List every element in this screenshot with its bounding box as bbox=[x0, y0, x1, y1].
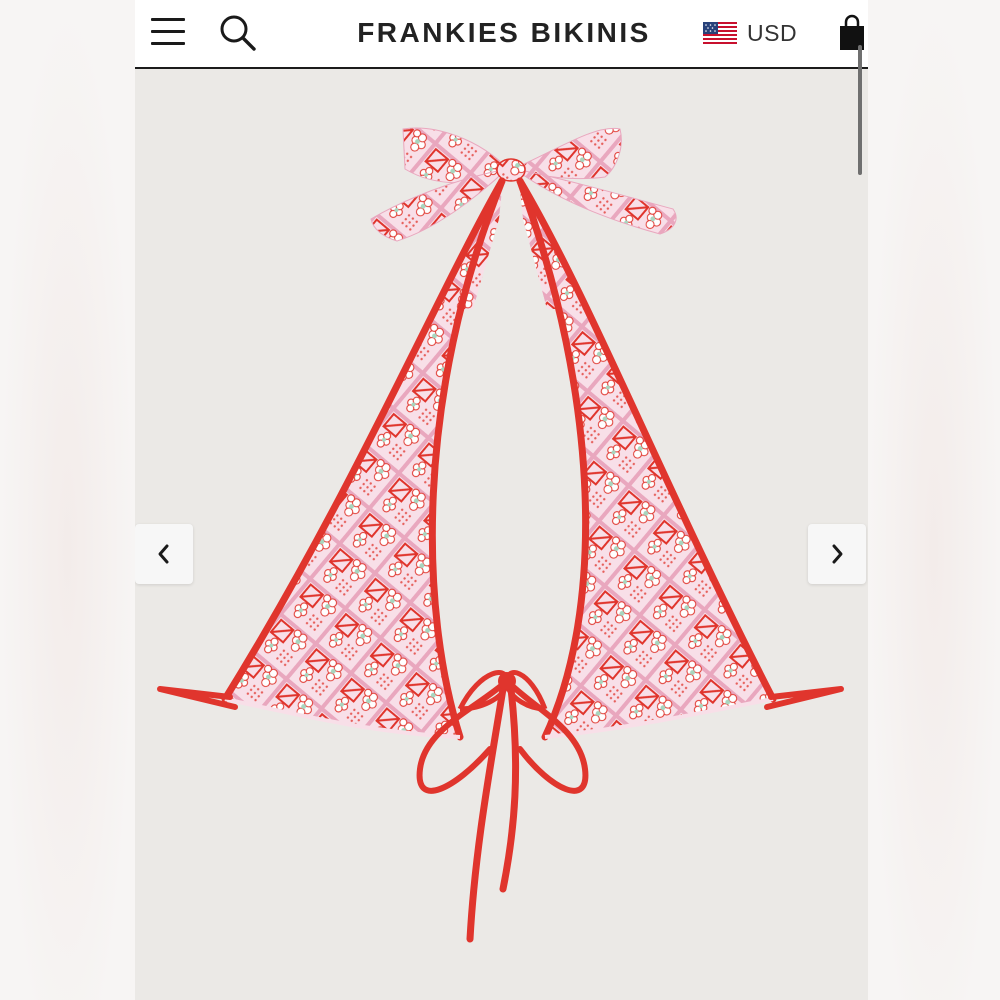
previous-image-button[interactable] bbox=[135, 524, 193, 584]
currency-selector[interactable]: USD bbox=[703, 18, 797, 48]
background-left bbox=[0, 0, 135, 1000]
search-icon[interactable] bbox=[219, 14, 257, 52]
mobile-screen: FRANKIES BIKINIS USD bbox=[135, 0, 868, 1000]
brand-logo[interactable]: FRANKIES BIKINIS bbox=[340, 16, 668, 50]
background-right bbox=[868, 0, 1000, 1000]
hamburger-menu-icon[interactable] bbox=[151, 18, 185, 46]
site-header: FRANKIES BIKINIS USD bbox=[135, 0, 868, 69]
shopping-bag-icon[interactable] bbox=[837, 14, 867, 52]
next-image-button[interactable] bbox=[808, 524, 866, 584]
currency-label: USD bbox=[747, 19, 798, 46]
chevron-left-icon bbox=[158, 544, 169, 564]
chevron-right-icon bbox=[832, 544, 843, 564]
us-flag-icon bbox=[703, 22, 737, 44]
product-image bbox=[157, 127, 844, 943]
